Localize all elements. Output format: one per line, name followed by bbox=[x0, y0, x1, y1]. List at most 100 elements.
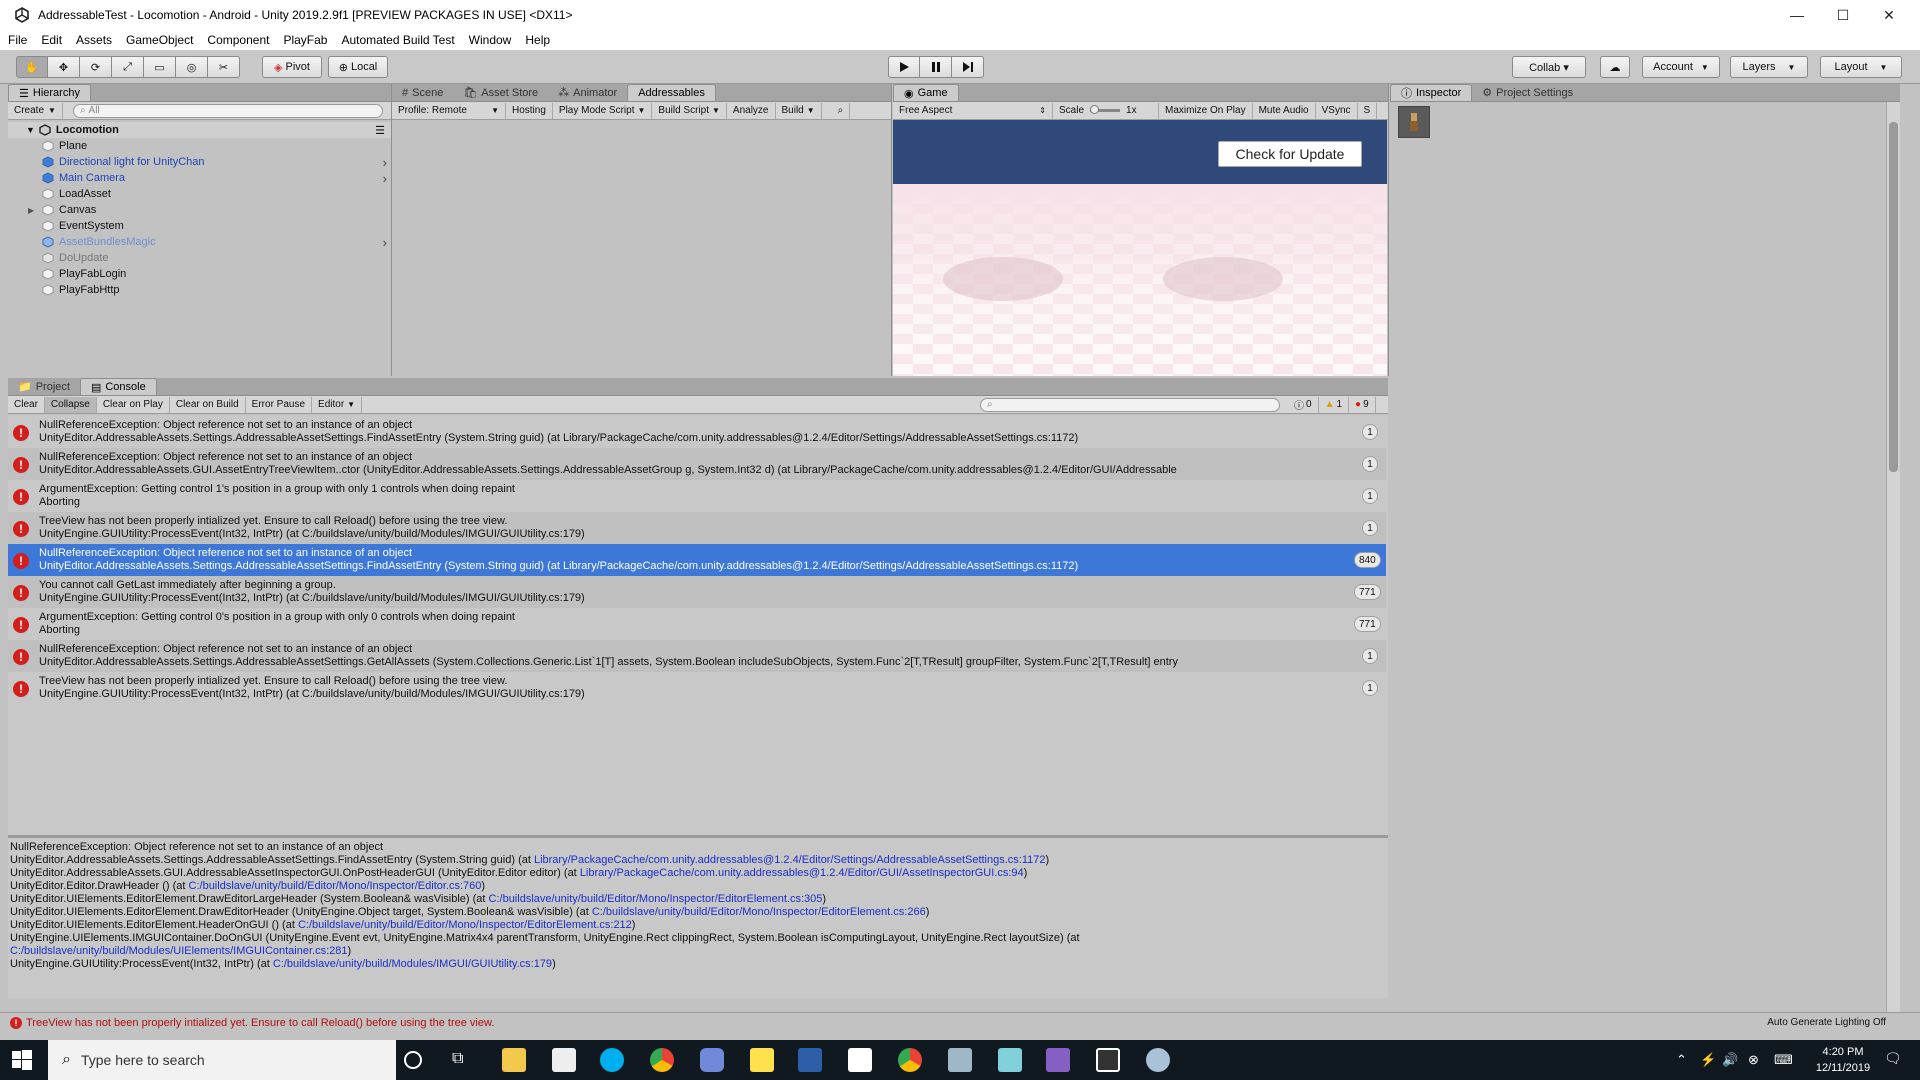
vsync-toggle[interactable]: VSync bbox=[1316, 102, 1358, 119]
hierarchy-item[interactable]: Plane bbox=[8, 138, 391, 154]
scene-root[interactable]: ▼ Locomotion ☰ bbox=[8, 122, 391, 138]
rotate-tool-icon[interactable]: ⟳ bbox=[80, 56, 112, 78]
inspector-scrollbar[interactable] bbox=[1886, 102, 1900, 1012]
tab-animator[interactable]: ⁂ Animator bbox=[548, 84, 627, 101]
pivot-toggle[interactable]: ◈ Pivot bbox=[262, 56, 322, 78]
error-pause-toggle[interactable]: Error Pause bbox=[246, 396, 313, 413]
custom-tool-icon[interactable]: ✂ bbox=[208, 56, 240, 78]
maximize-on-play-toggle[interactable]: Maximize On Play bbox=[1159, 102, 1253, 119]
menu-playfab[interactable]: PlayFab bbox=[283, 33, 327, 47]
clear-on-play-toggle[interactable]: Clear on Play bbox=[97, 396, 170, 413]
account-dropdown[interactable]: Account ▼ bbox=[1642, 56, 1720, 78]
create-dropdown[interactable]: Create ▼ bbox=[8, 102, 63, 119]
play-button-icon[interactable] bbox=[888, 56, 920, 78]
clear-button[interactable]: Clear bbox=[8, 396, 45, 413]
menu-assets[interactable]: Assets bbox=[76, 33, 112, 47]
game-view[interactable]: Check for Update bbox=[893, 120, 1387, 376]
play-mode-dropdown[interactable]: Play Mode Script ▼ bbox=[553, 102, 653, 119]
console-log-entry[interactable]: ! NullReferenceException: Object referenc… bbox=[8, 640, 1386, 672]
hierarchy-item[interactable]: Main Camera › bbox=[8, 170, 391, 186]
stack-trace-link[interactable]: C:/buildslave/unity/build/Editor/Mono/In… bbox=[592, 906, 926, 918]
hand-tool-icon[interactable]: ✋ bbox=[16, 56, 48, 78]
menu-gameobject[interactable]: GameObject bbox=[126, 33, 193, 47]
console-log-entry[interactable]: ! NullReferenceException: Object referenc… bbox=[8, 448, 1386, 480]
layers-dropdown[interactable]: Layers ▼ bbox=[1730, 56, 1808, 78]
console-search-input[interactable]: ⌕ bbox=[980, 397, 1280, 412]
build-dropdown[interactable]: Build ▼ bbox=[776, 102, 822, 119]
stack-trace-link[interactable]: C:/buildslave/unity/build/Modules/IMGUI/… bbox=[273, 958, 552, 970]
clear-on-build-toggle[interactable]: Clear on Build bbox=[170, 396, 246, 413]
unity-hub-icon[interactable] bbox=[848, 1048, 872, 1072]
prefab-open-chevron-icon[interactable]: › bbox=[383, 235, 387, 250]
hosting-button[interactable]: Hosting bbox=[506, 102, 553, 119]
menu-component[interactable]: Component bbox=[207, 33, 269, 47]
task-view-icon[interactable]: ⧉ bbox=[452, 1050, 463, 1068]
maximize-button[interactable]: ☐ bbox=[1820, 0, 1866, 30]
tray-chevron-icon[interactable]: ⌃ bbox=[1676, 1052, 1687, 1068]
tab-scene[interactable]: # Scene bbox=[392, 84, 453, 101]
stack-trace-link[interactable]: Library/PackageCache/com.unity.addressab… bbox=[534, 854, 1046, 866]
stack-trace-link[interactable]: C:/buildslave/unity/build/Editor/Mono/In… bbox=[489, 893, 823, 905]
sticky-notes-icon[interactable] bbox=[750, 1048, 774, 1072]
powershell-icon[interactable] bbox=[798, 1048, 822, 1072]
console-log-entry[interactable]: ! ArgumentException: Getting control 1's … bbox=[8, 480, 1386, 512]
build-script-dropdown[interactable]: Build Script ▼ bbox=[652, 102, 727, 119]
stack-trace-link[interactable]: C:/buildslave/unity/build/Editor/Mono/In… bbox=[298, 919, 632, 931]
tab-game[interactable]: ◉ Game bbox=[893, 84, 959, 101]
scene-menu-icon[interactable]: ☰ bbox=[375, 124, 385, 137]
stack-trace-link[interactable]: C:/buildslave/unity/build/Modules/UIElem… bbox=[10, 945, 348, 957]
tab-inspector[interactable]: ⓘ Inspector bbox=[1390, 84, 1473, 101]
hierarchy-item[interactable]: AssetBundlesMagic › bbox=[8, 234, 391, 250]
step-button-icon[interactable] bbox=[952, 56, 984, 78]
prefab-open-chevron-icon[interactable]: › bbox=[383, 171, 387, 186]
scale-knob[interactable] bbox=[1090, 105, 1100, 114]
hierarchy-item[interactable]: LoadAsset bbox=[8, 186, 391, 202]
layout-dropdown[interactable]: Layout ▼ bbox=[1820, 56, 1902, 78]
prefab-open-chevron-icon[interactable]: › bbox=[383, 155, 387, 170]
windows-start-icon[interactable] bbox=[12, 1050, 32, 1070]
aspect-dropdown[interactable]: Free Aspect ⇕ bbox=[893, 102, 1053, 119]
file-explorer-icon[interactable] bbox=[502, 1048, 526, 1072]
clock[interactable]: 4:20 PM 12/11/2019 bbox=[1808, 1044, 1878, 1076]
scale-tool-icon[interactable]: ⤢ bbox=[112, 56, 144, 78]
info-filter-toggle[interactable]: ⓘ 0 bbox=[1288, 396, 1319, 413]
pause-button-icon[interactable] bbox=[920, 56, 952, 78]
scrollbar-thumb[interactable] bbox=[1889, 122, 1898, 472]
transform-tool-icon[interactable]: ◎ bbox=[176, 56, 208, 78]
chrome-profile-icon[interactable] bbox=[898, 1048, 922, 1072]
hierarchy-item[interactable]: DoUpdate bbox=[8, 250, 391, 266]
addressables-search-icon[interactable]: ⌕ bbox=[832, 102, 851, 119]
tab-addressables[interactable]: Addressables bbox=[627, 84, 716, 101]
close-button[interactable]: ✕ bbox=[1866, 0, 1912, 30]
status-message[interactable]: TreeView has not been properly intialize… bbox=[26, 1017, 494, 1029]
hierarchy-item[interactable]: EventSystem bbox=[8, 218, 391, 234]
volume-icon[interactable]: 🔊 bbox=[1722, 1052, 1738, 1068]
tab-project[interactable]: 📁 Project bbox=[8, 378, 80, 395]
move-tool-icon[interactable]: ✥ bbox=[48, 56, 80, 78]
tab-project-settings[interactable]: ⚙ Project Settings bbox=[1472, 84, 1583, 101]
chrome-icon[interactable] bbox=[650, 1048, 674, 1072]
editor-dropdown[interactable]: Editor ▼ bbox=[312, 396, 363, 413]
keyboard-icon[interactable]: ⌨ bbox=[1774, 1052, 1793, 1068]
minimize-button[interactable]: — bbox=[1774, 0, 1820, 30]
collab-dropdown[interactable]: Collab ▾ bbox=[1512, 56, 1586, 78]
skype-icon[interactable] bbox=[600, 1048, 624, 1072]
stats-toggle[interactable]: S bbox=[1358, 102, 1378, 119]
console-log-entry[interactable]: ! TreeView has not been properly intializ… bbox=[8, 512, 1386, 544]
console-log-entry[interactable]: ! TreeView has not been properly intializ… bbox=[8, 672, 1386, 704]
expand-arrow-icon[interactable]: ▶ bbox=[28, 206, 34, 215]
menu-automated-build-test[interactable]: Automated Build Test bbox=[341, 33, 454, 47]
menu-file[interactable]: File bbox=[8, 33, 27, 47]
stack-trace-link[interactable]: C:/buildslave/unity/build/Editor/Mono/In… bbox=[189, 880, 482, 892]
menu-edit[interactable]: Edit bbox=[41, 33, 62, 47]
hierarchy-item[interactable]: ▶ Canvas bbox=[8, 202, 391, 218]
tab-asset-store[interactable]: 🛍 Asset Store bbox=[453, 84, 548, 101]
console-log-entry[interactable]: ! You cannot call GetLast immediately aft… bbox=[8, 576, 1386, 608]
error-filter-toggle[interactable]: ● 9 bbox=[1349, 396, 1376, 413]
tray-app-icon[interactable]: ⊗ bbox=[1748, 1052, 1759, 1068]
stack-trace-link[interactable]: Library/PackageCache/com.unity.addressab… bbox=[580, 867, 1024, 879]
discord-icon[interactable] bbox=[700, 1048, 724, 1072]
local-toggle[interactable]: ⊕ Local bbox=[328, 56, 388, 78]
profile-dropdown[interactable]: Profile: Remote ▼ bbox=[392, 102, 506, 119]
hierarchy-item[interactable]: Directional light for UnityChan › bbox=[8, 154, 391, 170]
